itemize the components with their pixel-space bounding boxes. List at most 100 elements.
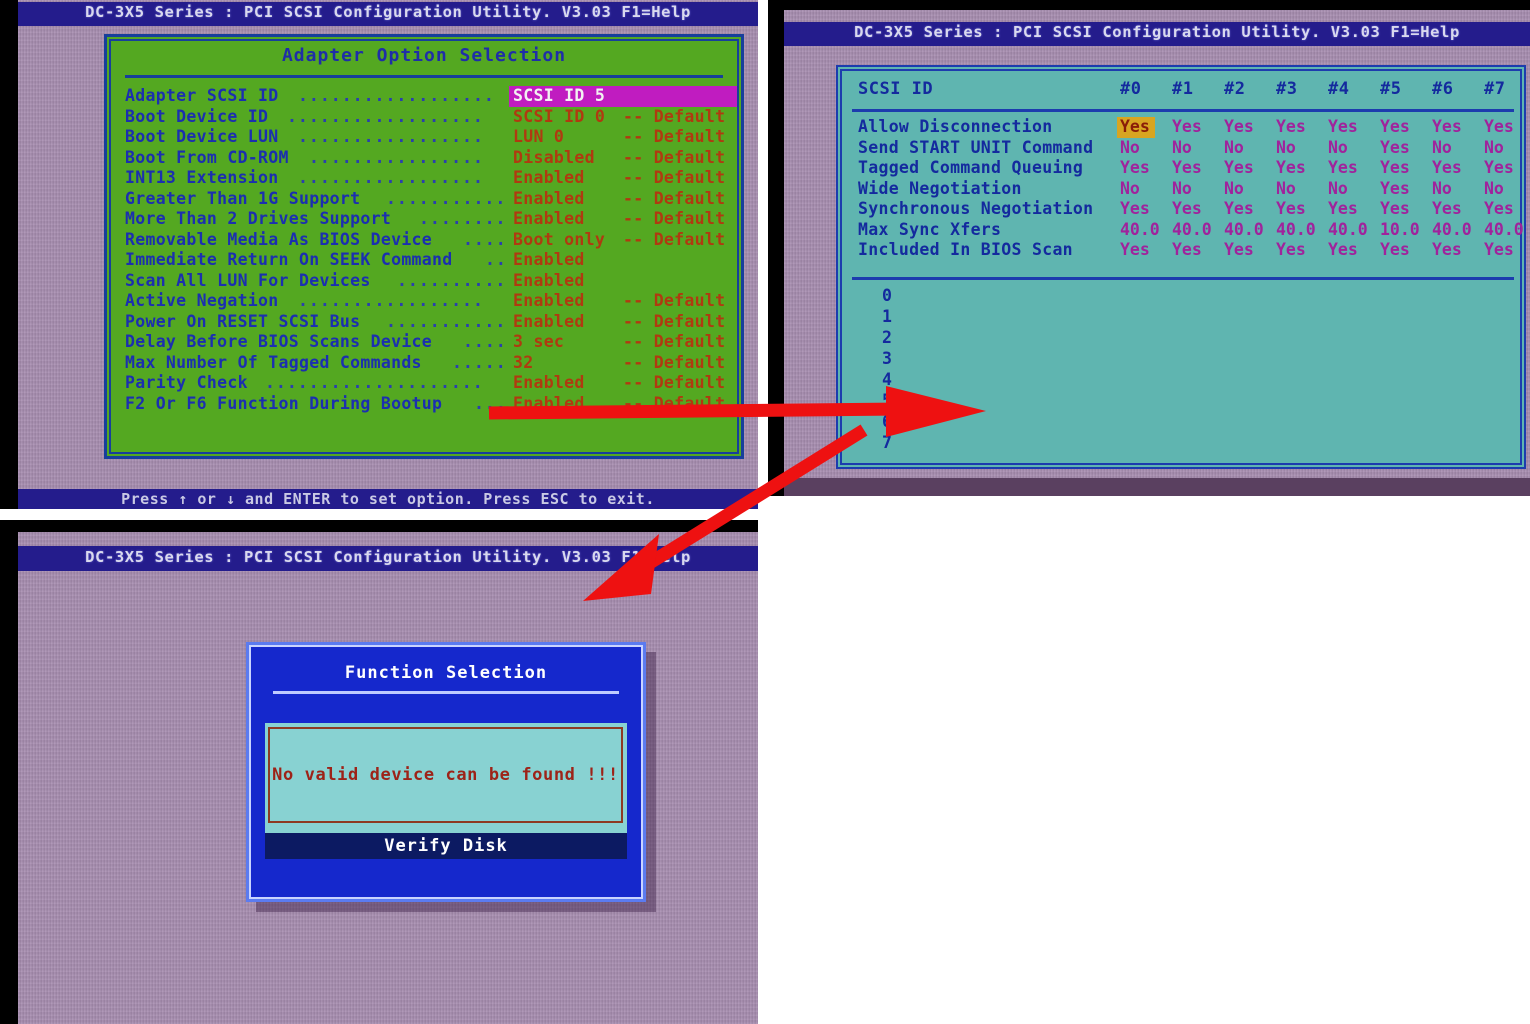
adapter-option-row[interactable]: Scan All LUN For Devices.......... Enable… xyxy=(123,271,733,292)
device-id-entry[interactable]: 4 xyxy=(882,369,892,390)
device-setting-value[interactable]: No xyxy=(1172,138,1192,159)
adapter-option-value[interactable]: LUN 0 xyxy=(513,127,564,148)
device-setting-row[interactable]: Wide Negotiation No No No No No Yes No No xyxy=(852,179,1518,200)
adapter-option-value[interactable]: Enabled xyxy=(513,312,585,333)
device-setting-value[interactable]: No xyxy=(1484,138,1504,159)
device-setting-value[interactable]: Yes xyxy=(1380,138,1410,159)
device-setting-value[interactable]: Yes xyxy=(1432,199,1462,220)
adapter-option-row[interactable]: Removable Media As BIOS Device.... Boot o… xyxy=(123,230,733,251)
adapter-option-value[interactable]: Enabled xyxy=(513,271,585,292)
device-setting-value[interactable]: 40.0 xyxy=(1328,220,1368,241)
adapter-option-row[interactable]: Boot Device ID.................. SCSI ID … xyxy=(123,107,733,128)
device-setting-value[interactable]: 40.0 xyxy=(1120,220,1160,241)
device-id-entry[interactable]: 1 xyxy=(882,306,892,327)
adapter-option-row[interactable]: Greater Than 1G Support........... Enable… xyxy=(123,189,733,210)
adapter-option-row[interactable]: Parity Check.................... Enabled -… xyxy=(123,373,733,394)
device-setting-value[interactable]: Yes xyxy=(1328,199,1358,220)
device-setting-value[interactable]: No xyxy=(1172,179,1192,200)
device-setting-row[interactable]: Send START UNIT Command No No No No No Yes No No xyxy=(852,138,1518,159)
device-setting-value[interactable]: No xyxy=(1276,179,1296,200)
device-id-entry[interactable]: 3 xyxy=(882,348,892,369)
device-setting-value[interactable]: No xyxy=(1432,138,1452,159)
device-setting-value[interactable]: Yes xyxy=(1484,158,1514,179)
device-setting-value[interactable]: Yes xyxy=(1380,199,1410,220)
adapter-option-value[interactable]: Enabled xyxy=(513,209,585,230)
adapter-option-list[interactable]: Adapter SCSI ID.................. SCSI ID… xyxy=(123,86,737,452)
device-setting-value[interactable]: Yes xyxy=(1172,240,1202,261)
device-setting-value[interactable]: Yes xyxy=(1328,117,1358,138)
adapter-option-row[interactable]: Adapter SCSI ID.................. SCSI ID… xyxy=(123,86,737,107)
menu-item-verify-disk[interactable]: Verify Disk xyxy=(265,833,627,859)
device-id-entry[interactable]: 7 xyxy=(882,432,892,453)
adapter-option-value[interactable]: Boot only xyxy=(513,230,605,251)
device-setting-value[interactable]: No xyxy=(1484,179,1504,200)
adapter-option-row[interactable]: F2 Or F6 Function During Bootup... Enable… xyxy=(123,394,733,415)
adapter-option-value[interactable]: 32 xyxy=(513,353,533,374)
adapter-option-row[interactable]: Boot From CD-ROM................ Disabled… xyxy=(123,148,733,169)
adapter-option-value[interactable]: 3 sec xyxy=(513,332,564,353)
device-id-entry[interactable]: 5 xyxy=(882,390,892,411)
device-setting-value[interactable]: Yes xyxy=(1172,117,1202,138)
device-setting-value[interactable]: Yes xyxy=(1276,199,1306,220)
device-setting-value[interactable]: Yes xyxy=(1224,240,1254,261)
device-setting-value[interactable]: Yes xyxy=(1172,199,1202,220)
device-setting-value[interactable]: 40.0 xyxy=(1432,220,1472,241)
device-setting-value[interactable]: Yes xyxy=(1224,199,1254,220)
adapter-option-value[interactable]: Enabled xyxy=(513,291,585,312)
device-setting-value[interactable]: Yes xyxy=(1380,240,1410,261)
adapter-option-value[interactable]: Enabled xyxy=(513,168,585,189)
device-settings-rows[interactable]: Allow Disconnection Yes Yes Yes Yes Yes Yes Yes… xyxy=(852,117,1524,261)
device-setting-value[interactable]: Yes xyxy=(1380,158,1410,179)
adapter-option-value[interactable]: Enabled xyxy=(513,250,585,271)
adapter-option-value[interactable]: Enabled xyxy=(513,189,585,210)
device-setting-value[interactable]: Yes xyxy=(1120,199,1150,220)
device-setting-value[interactable]: Yes xyxy=(1276,158,1306,179)
device-setting-value[interactable]: Yes xyxy=(1484,117,1514,138)
device-setting-value[interactable]: Yes xyxy=(1432,117,1462,138)
adapter-option-value[interactable]: Disabled xyxy=(513,148,595,169)
device-setting-value[interactable]: Yes xyxy=(1120,158,1150,179)
device-setting-row[interactable]: Allow Disconnection Yes Yes Yes Yes Yes Yes Yes… xyxy=(852,117,1518,138)
adapter-option-row[interactable]: Max Number Of Tagged Commands..... 32 -- D… xyxy=(123,353,733,374)
device-setting-value[interactable]: No xyxy=(1224,138,1244,159)
device-setting-value[interactable]: No xyxy=(1224,179,1244,200)
device-setting-row[interactable]: Max Sync Xfers 40.0 40.0 40.0 40.0 40.0 10.0 40… xyxy=(852,220,1524,241)
device-setting-value[interactable]: 40.0 xyxy=(1484,220,1524,241)
device-setting-value[interactable]: 40.0 xyxy=(1224,220,1264,241)
device-setting-row[interactable]: Tagged Command Queuing Yes Yes Yes Yes Yes Yes… xyxy=(852,158,1518,179)
device-setting-value[interactable]: Yes xyxy=(1172,158,1202,179)
adapter-option-value[interactable]: Enabled xyxy=(513,394,585,415)
device-id-entry[interactable]: 2 xyxy=(882,327,892,348)
device-setting-value[interactable]: Yes xyxy=(1484,199,1514,220)
device-setting-value[interactable]: No xyxy=(1432,179,1452,200)
device-setting-value[interactable]: No xyxy=(1328,138,1348,159)
device-setting-value[interactable]: Yes xyxy=(1224,158,1254,179)
device-setting-value[interactable]: Yes xyxy=(1276,117,1306,138)
device-setting-value[interactable]: 10.0 xyxy=(1380,220,1420,241)
device-setting-value[interactable]: No xyxy=(1276,138,1296,159)
adapter-option-value[interactable]: SCSI ID 5 xyxy=(509,86,737,107)
device-setting-value[interactable]: 40.0 xyxy=(1276,220,1316,241)
adapter-option-row[interactable]: Immediate Return On SEEK Command.. Enable… xyxy=(123,250,733,271)
adapter-option-row[interactable]: More Than 2 Drives Support........ Enable… xyxy=(123,209,733,230)
device-setting-value[interactable]: Yes xyxy=(1224,117,1254,138)
device-setting-value[interactable]: Yes xyxy=(1380,117,1410,138)
adapter-option-row[interactable]: Power On RESET SCSI Bus........... Enable… xyxy=(123,312,733,333)
device-id-entry[interactable]: 6 xyxy=(882,411,892,432)
device-setting-value[interactable]: Yes xyxy=(1328,158,1358,179)
adapter-option-row[interactable]: Delay Before BIOS Scans Device.... 3 sec -… xyxy=(123,332,733,353)
adapter-option-row[interactable]: Boot Device LUN................. LUN 0 -- … xyxy=(123,127,733,148)
device-setting-row[interactable]: Included In BIOS Scan Yes Yes Yes Yes Yes Yes Y… xyxy=(852,240,1518,261)
device-setting-value[interactable]: No xyxy=(1120,179,1140,200)
adapter-option-value[interactable]: Enabled xyxy=(513,373,585,394)
device-setting-value[interactable]: Yes xyxy=(1276,240,1306,261)
device-id-entry[interactable]: 0 xyxy=(882,285,892,306)
device-setting-value[interactable]: Yes xyxy=(1120,240,1150,261)
device-setting-value[interactable]: Yes xyxy=(1432,240,1462,261)
device-setting-value[interactable]: Yes xyxy=(1117,117,1155,138)
adapter-option-row[interactable]: Active Negation................. Enabled -… xyxy=(123,291,733,312)
device-setting-value[interactable]: Yes xyxy=(1432,158,1462,179)
device-setting-value[interactable]: Yes xyxy=(1484,240,1514,261)
device-setting-row[interactable]: Synchronous Negotiation Yes Yes Yes Yes Yes Ye… xyxy=(852,199,1518,220)
adapter-option-value[interactable]: SCSI ID 0 xyxy=(513,107,605,128)
